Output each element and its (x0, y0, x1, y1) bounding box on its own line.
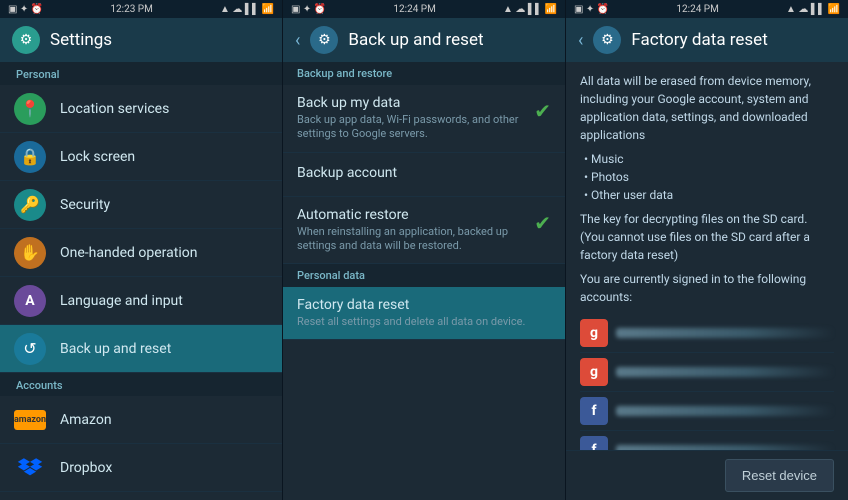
reset-button-bar: Reset device (566, 450, 848, 500)
panel-backup: ▣ ✦ ⏰ 12:24 PM ▲ ☁ ▌▌ 📶 ‹ ⚙ Back up and … (283, 0, 566, 500)
section-personal: Personal (0, 62, 282, 85)
section-accounts: Accounts (0, 373, 282, 396)
list-item-backup-data[interactable]: Back up my data Back up app data, Wi-Fi … (283, 85, 565, 153)
status-bar-2: ▣ ✦ ⏰ 12:24 PM ▲ ☁ ▌▌ 📶 (283, 0, 565, 18)
back-button[interactable]: ‹ (295, 30, 300, 51)
menu-item-dropbox[interactable]: Dropbox (0, 444, 282, 492)
account-blurred-3 (616, 406, 834, 416)
factory-title: Factory data reset (631, 30, 767, 50)
factory-reset-title: Factory data reset (297, 297, 551, 313)
list-item-backup-account[interactable]: Backup account (283, 153, 565, 197)
backup-data-subtitle: Back up app data, Wi-Fi passwords, and o… (297, 113, 526, 142)
language-label: Language and input (60, 293, 183, 309)
status-time-3: 12:24 PM (676, 4, 718, 15)
personal-data-header: Personal data (283, 264, 565, 287)
settings-icon: ⚙ (12, 26, 40, 54)
status-time-2: 12:24 PM (393, 4, 435, 15)
auto-restore-check: ✔ (534, 211, 551, 235)
panel-factory-reset: ▣ ✦ ⏰ 12:24 PM ▲ ☁ ▌▌ 📶 ‹ ⚙ Factory data… (566, 0, 848, 500)
auto-restore-subtitle: When reinstalling an application, backed… (297, 225, 526, 254)
factory-erased-list: Music Photos Other user data (580, 150, 834, 204)
backup-label: Back up and reset (60, 341, 171, 357)
menu-item-lockscreen[interactable]: 🔒 Lock screen (0, 133, 282, 181)
account-row-facebook-2: f (580, 431, 834, 450)
security-label: Security (60, 197, 110, 213)
backup-title: Back up and reset (348, 30, 483, 50)
status-bar-3: ▣ ✦ ⏰ 12:24 PM ▲ ☁ ▌▌ 📶 (566, 0, 848, 18)
menu-item-facebook[interactable]: f Facebook (0, 492, 282, 500)
language-icon: A (14, 285, 46, 317)
backup-title-icon: ⚙ (310, 26, 338, 54)
backup-account-title: Backup account (297, 165, 397, 181)
account-blurred-2 (616, 367, 834, 377)
status-icons-right-3: ▲ ☁ ▌▌ 📶 (786, 4, 840, 15)
factory-warning-text: All data will be erased from device memo… (580, 72, 834, 144)
list-item-factory-reset[interactable]: Factory data reset Reset all settings an… (283, 287, 565, 340)
status-icons-right: ▲ ☁ ▌▌ 📶 (220, 4, 274, 15)
menu-item-location[interactable]: 📍 Location services (0, 85, 282, 133)
account-blurred-1 (616, 328, 834, 338)
status-icons-left-3: ▣ ✦ ⏰ (574, 4, 609, 15)
status-time-1: 12:23 PM (110, 4, 152, 15)
erased-item-other: Other user data (584, 186, 834, 204)
amazon-icon: amazon (14, 410, 46, 430)
google-icon-2: g (580, 358, 608, 386)
location-label: Location services (60, 101, 169, 117)
menu-item-amazon[interactable]: amazon Amazon (0, 396, 282, 444)
location-icon: 📍 (14, 93, 46, 125)
status-bar-1: ▣ ✦ ⏰ 12:23 PM ▲ ☁ ▌▌ 📶 (0, 0, 282, 18)
menu-item-security[interactable]: 🔑 Security (0, 181, 282, 229)
erased-item-music: Music (584, 150, 834, 168)
backup-data-title: Back up my data (297, 95, 526, 111)
menu-item-backup[interactable]: ↺ Back up and reset (0, 325, 282, 373)
settings-title: Settings (50, 30, 112, 50)
onehanded-icon: ✋ (14, 237, 46, 269)
lockscreen-label: Lock screen (60, 149, 135, 165)
account-row-google-1: g (580, 314, 834, 353)
backup-data-check: ✔ (534, 99, 551, 123)
status-icons-left: ▣ ✦ ⏰ (8, 4, 43, 15)
erased-item-photos: Photos (584, 168, 834, 186)
menu-item-language[interactable]: A Language and input (0, 277, 282, 325)
dropbox-icon (14, 455, 46, 481)
facebook-small-icon-2: f (580, 436, 608, 450)
factory-signed-in-text: You are currently signed in to the follo… (580, 270, 834, 306)
settings-top-bar: ⚙ Settings (0, 18, 282, 62)
factory-back-button[interactable]: ‹ (578, 30, 583, 51)
dropbox-label: Dropbox (60, 460, 112, 476)
security-icon: 🔑 (14, 189, 46, 221)
lockscreen-icon: 🔒 (14, 141, 46, 173)
factory-title-icon: ⚙ (593, 26, 621, 54)
account-row-facebook-1: f (580, 392, 834, 431)
panel-settings: ▣ ✦ ⏰ 12:23 PM ▲ ☁ ▌▌ 📶 ⚙ Settings Perso… (0, 0, 283, 500)
facebook-small-icon-1: f (580, 397, 608, 425)
menu-item-onehanded[interactable]: ✋ One-handed operation (0, 229, 282, 277)
factory-reset-subtitle: Reset all settings and delete all data o… (297, 315, 551, 329)
auto-restore-title: Automatic restore (297, 207, 526, 223)
factory-sd-card-text: The key for decrypting files on the SD c… (580, 210, 834, 264)
reset-device-button[interactable]: Reset device (725, 459, 834, 492)
status-icons-right-2: ▲ ☁ ▌▌ 📶 (503, 4, 557, 15)
google-icon-1: g (580, 319, 608, 347)
factory-content: All data will be erased from device memo… (566, 62, 848, 450)
account-row-google-2: g (580, 353, 834, 392)
list-item-auto-restore[interactable]: Automatic restore When reinstalling an a… (283, 197, 565, 265)
accounts-list: g g f f (580, 314, 834, 450)
backup-icon: ↺ (14, 333, 46, 365)
backup-top-bar: ‹ ⚙ Back up and reset (283, 18, 565, 62)
factory-top-bar: ‹ ⚙ Factory data reset (566, 18, 848, 62)
account-blurred-4 (616, 445, 834, 450)
onehanded-label: One-handed operation (60, 245, 197, 261)
status-icons-left-2: ▣ ✦ ⏰ (291, 4, 326, 15)
backup-restore-header: Backup and restore (283, 62, 565, 85)
amazon-label: Amazon (60, 412, 112, 428)
